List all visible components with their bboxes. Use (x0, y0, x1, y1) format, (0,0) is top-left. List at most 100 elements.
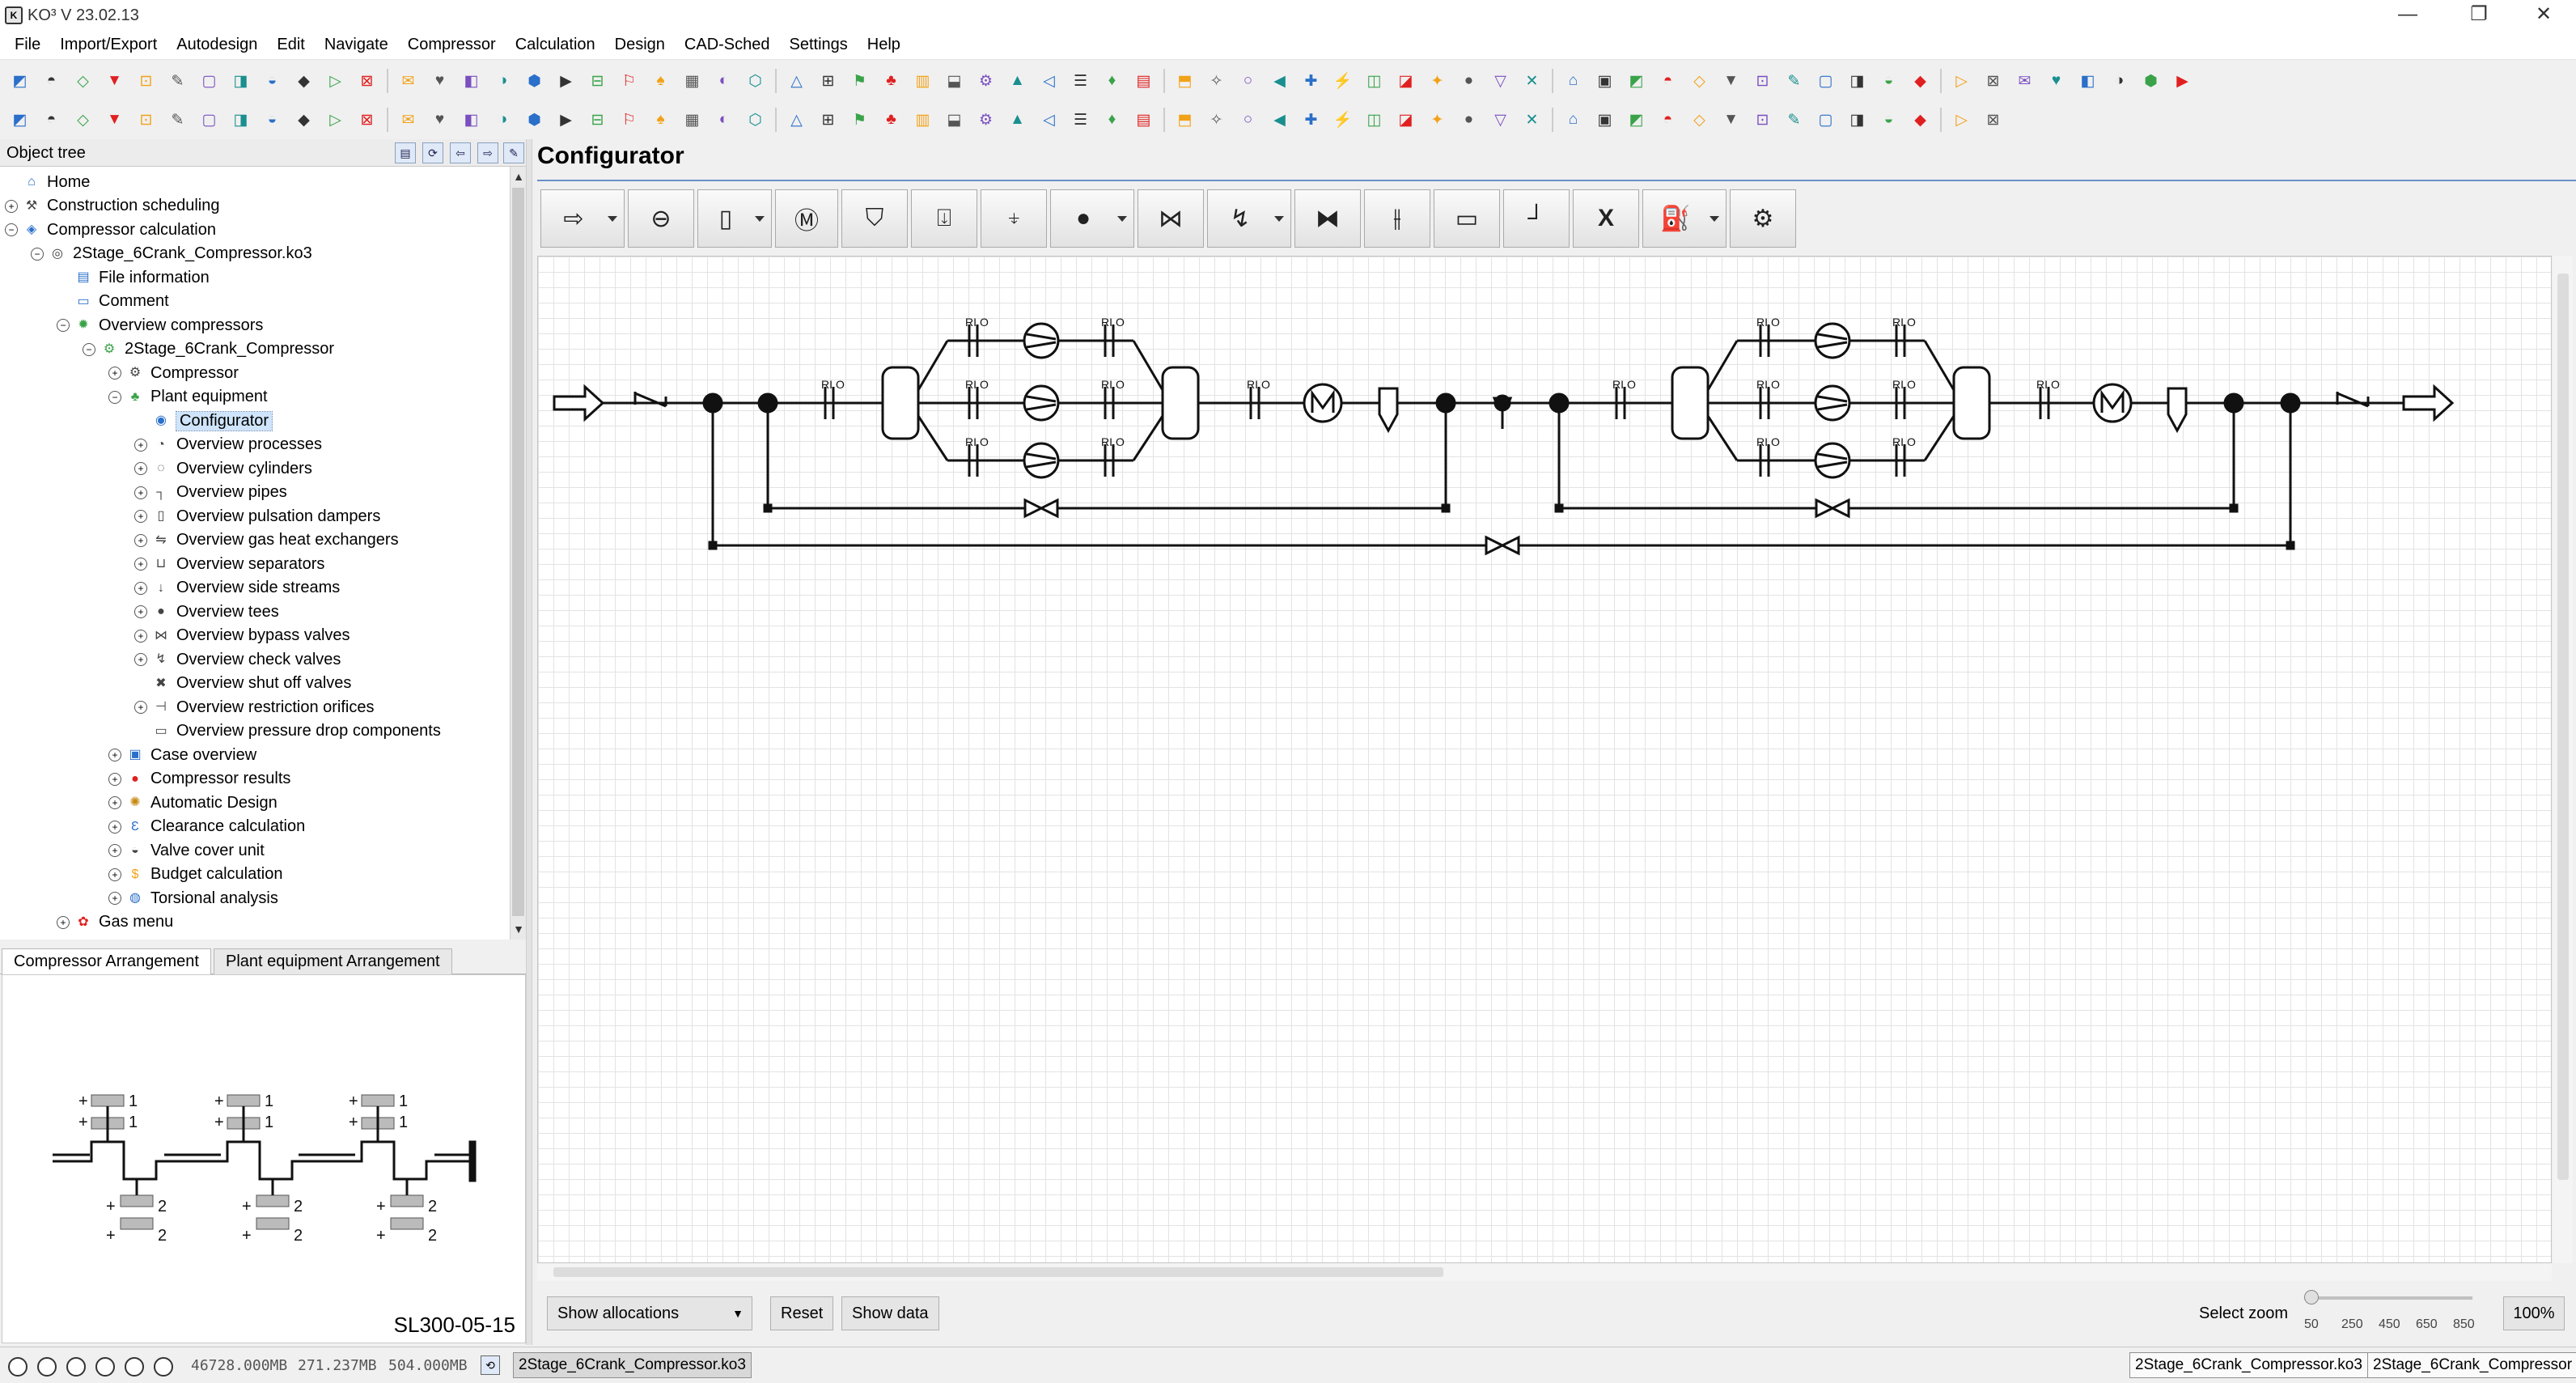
bypass-valve-icon[interactable]: ⋈ (1138, 189, 1204, 248)
tool60-icon[interactable]: ◆ (1909, 108, 1932, 132)
print-preview-icon[interactable]: ✎ (166, 70, 189, 93)
tool32-icon[interactable]: ▲ (1006, 108, 1029, 132)
pressure-drop-icon[interactable]: ▭ (1434, 189, 1500, 248)
epsilon-icon[interactable]: ✦ (1426, 70, 1449, 93)
tool22-icon[interactable]: ▦ (680, 108, 704, 132)
menu-autodesign[interactable]: Autodesign (167, 36, 267, 54)
tree-item[interactable]: + ● Overview tees (134, 600, 279, 624)
tool8-icon[interactable]: ◨ (229, 108, 252, 132)
tree-item[interactable]: + ◍ Torsional analysis (108, 886, 278, 910)
tool52-icon[interactable]: ◓ (1656, 108, 1680, 132)
print-icon[interactable]: ⊡ (134, 70, 158, 93)
delete-icon[interactable]: ⬒ (1173, 70, 1197, 93)
maximize-button[interactable]: ❐ (2443, 0, 2515, 31)
tool42-icon[interactable]: ⚡ (1331, 108, 1354, 132)
canvas-hscroll-thumb[interactable] (553, 1267, 1443, 1277)
tee-node-icon[interactable]: ● (1050, 189, 1134, 248)
menu-import-export[interactable]: Import/Export (50, 36, 167, 54)
expand-icon[interactable]: + (108, 367, 121, 380)
gear-bars4-icon[interactable]: ▶ (2171, 70, 2194, 93)
tool3-icon[interactable]: ◇ (71, 108, 95, 132)
kg-icon[interactable]: ▣ (1593, 70, 1616, 93)
gear-bars3-icon[interactable]: ⬢ (2139, 70, 2163, 93)
tab-plant-equipment-arrangement[interactable]: Plant equipment Arrangement (214, 948, 452, 974)
api-icon[interactable]: ▷ (324, 70, 347, 93)
tool14-icon[interactable]: ♥ (428, 108, 451, 132)
tool28-icon[interactable]: ♣ (879, 108, 903, 132)
tree-item[interactable]: + ✺ Automatic Design (108, 791, 278, 815)
tool34-icon[interactable]: ☰ (1069, 108, 1092, 132)
expand-icon[interactable]: + (134, 462, 147, 475)
end-cap-icon[interactable]: ┘ (1503, 189, 1570, 248)
tool37-icon[interactable]: ⬒ (1173, 108, 1197, 132)
doc-copy-icon[interactable]: ◑ (491, 70, 515, 93)
tree-item[interactable]: + ⋈ Overview bypass valves (134, 624, 350, 648)
tree-item[interactable]: + ◌ Overview cylinders (134, 456, 312, 481)
tree-collapse-icon[interactable]: ▤ (395, 142, 416, 163)
graph-icon[interactable]: ◀ (1268, 70, 1291, 93)
link2-icon[interactable]: ♥ (2044, 70, 2068, 93)
expand-icon[interactable]: + (134, 486, 147, 499)
tool31-icon[interactable]: ⚙ (974, 108, 998, 132)
tree-item[interactable]: + ⊔ Overview separators (134, 552, 324, 576)
delete-icon[interactable]: X (1573, 189, 1639, 248)
tool59-icon[interactable]: ◒ (1877, 108, 1900, 132)
minimize-button[interactable]: — (2372, 0, 2443, 31)
gear-bars-icon[interactable]: ◧ (2076, 70, 2099, 93)
globe-icon[interactable]: ✉ (396, 70, 420, 93)
tool20-icon[interactable]: ⚐ (617, 108, 641, 132)
tool53-icon[interactable]: ◇ (1688, 108, 1711, 132)
tree-item[interactable]: − ⚙ 2Stage_6Crank_Compressor (83, 337, 334, 362)
cooler-icon[interactable]: ⛽ (1642, 189, 1727, 248)
scroll-down-icon[interactable]: ▼ (511, 919, 527, 939)
collapse-icon[interactable]: − (31, 247, 44, 261)
tree-item[interactable]: − ◎ 2Stage_6Crank_Compressor.ko3 (31, 242, 312, 266)
tree-item[interactable]: + $ Budget calculation (108, 863, 282, 887)
drop-icon[interactable]: ◇ (1688, 70, 1711, 93)
lock-icon[interactable]: ▢ (197, 70, 221, 93)
menu-navigate[interactable]: Navigate (315, 36, 398, 54)
menu-cad-sched[interactable]: CAD-Sched (675, 36, 780, 54)
tool-icon[interactable]: ⊞ (816, 70, 840, 93)
dots-icon[interactable]: ◓ (1656, 70, 1680, 93)
tree-item[interactable]: ⌂ Home (5, 170, 90, 194)
tool58-icon[interactable]: ◨ (1845, 108, 1869, 132)
tool45-icon[interactable]: ✦ (1426, 108, 1449, 132)
tool49-icon[interactable]: ⌂ (1561, 108, 1585, 132)
doc-blue-icon[interactable]: ⬢ (523, 70, 546, 93)
arrow-icon[interactable]: ⚡ (1331, 70, 1354, 93)
close-button[interactable]: ✕ (2508, 0, 2576, 31)
bars-icon[interactable]: ⌂ (1561, 70, 1585, 93)
expand-icon[interactable]: + (134, 605, 147, 618)
motor-icon[interactable]: Ⓜ (775, 189, 838, 248)
tool1-icon[interactable]: ◩ (8, 108, 32, 132)
tool36-icon[interactable]: ▤ (1132, 108, 1155, 132)
tree-item[interactable]: + ▯ Overview pulsation dampers (134, 504, 380, 528)
tool40-icon[interactable]: ◀ (1268, 108, 1291, 132)
tool41-icon[interactable]: ✚ (1299, 108, 1323, 132)
tree-icon[interactable]: ▢ (1814, 70, 1837, 93)
open-icon[interactable]: ◓ (40, 70, 63, 93)
tool19-icon[interactable]: ⊟ (586, 108, 609, 132)
kg2-icon[interactable]: ◩ (1625, 70, 1648, 93)
disk-icon[interactable]: ▼ (1719, 70, 1743, 93)
tool27-icon[interactable]: ⚑ (848, 108, 871, 132)
tree-item[interactable]: + ┐ Overview pipes (134, 481, 287, 505)
compressor-symbol-icon[interactable]: ⊖ (628, 189, 694, 248)
epsilon2-icon[interactable]: ● (1457, 70, 1481, 93)
pipe-icon[interactable]: ▦ (680, 70, 704, 93)
save-all-icon[interactable]: ▼ (103, 70, 126, 93)
tree-item[interactable]: − ♣ Plant equipment (108, 385, 268, 409)
expand-icon[interactable]: + (57, 915, 70, 929)
hatch-icon[interactable]: ○ (1236, 70, 1260, 93)
tree-item[interactable]: + Ɛ Clearance calculation (108, 815, 305, 839)
tree-item[interactable]: + ◔ Overview processes (134, 433, 322, 457)
tool38-icon[interactable]: ✧ (1205, 108, 1228, 132)
tool2-icon[interactable]: ◓ (40, 108, 63, 132)
tool24-icon[interactable]: ⬡ (744, 108, 767, 132)
zoom-value[interactable]: 100% (2503, 1296, 2565, 1330)
zoom-slider-track[interactable] (2304, 1296, 2472, 1300)
tree-item[interactable]: − ✹ Overview compressors (57, 313, 263, 337)
tool18-icon[interactable]: ▶ (554, 108, 578, 132)
expand-icon[interactable]: + (134, 653, 147, 666)
